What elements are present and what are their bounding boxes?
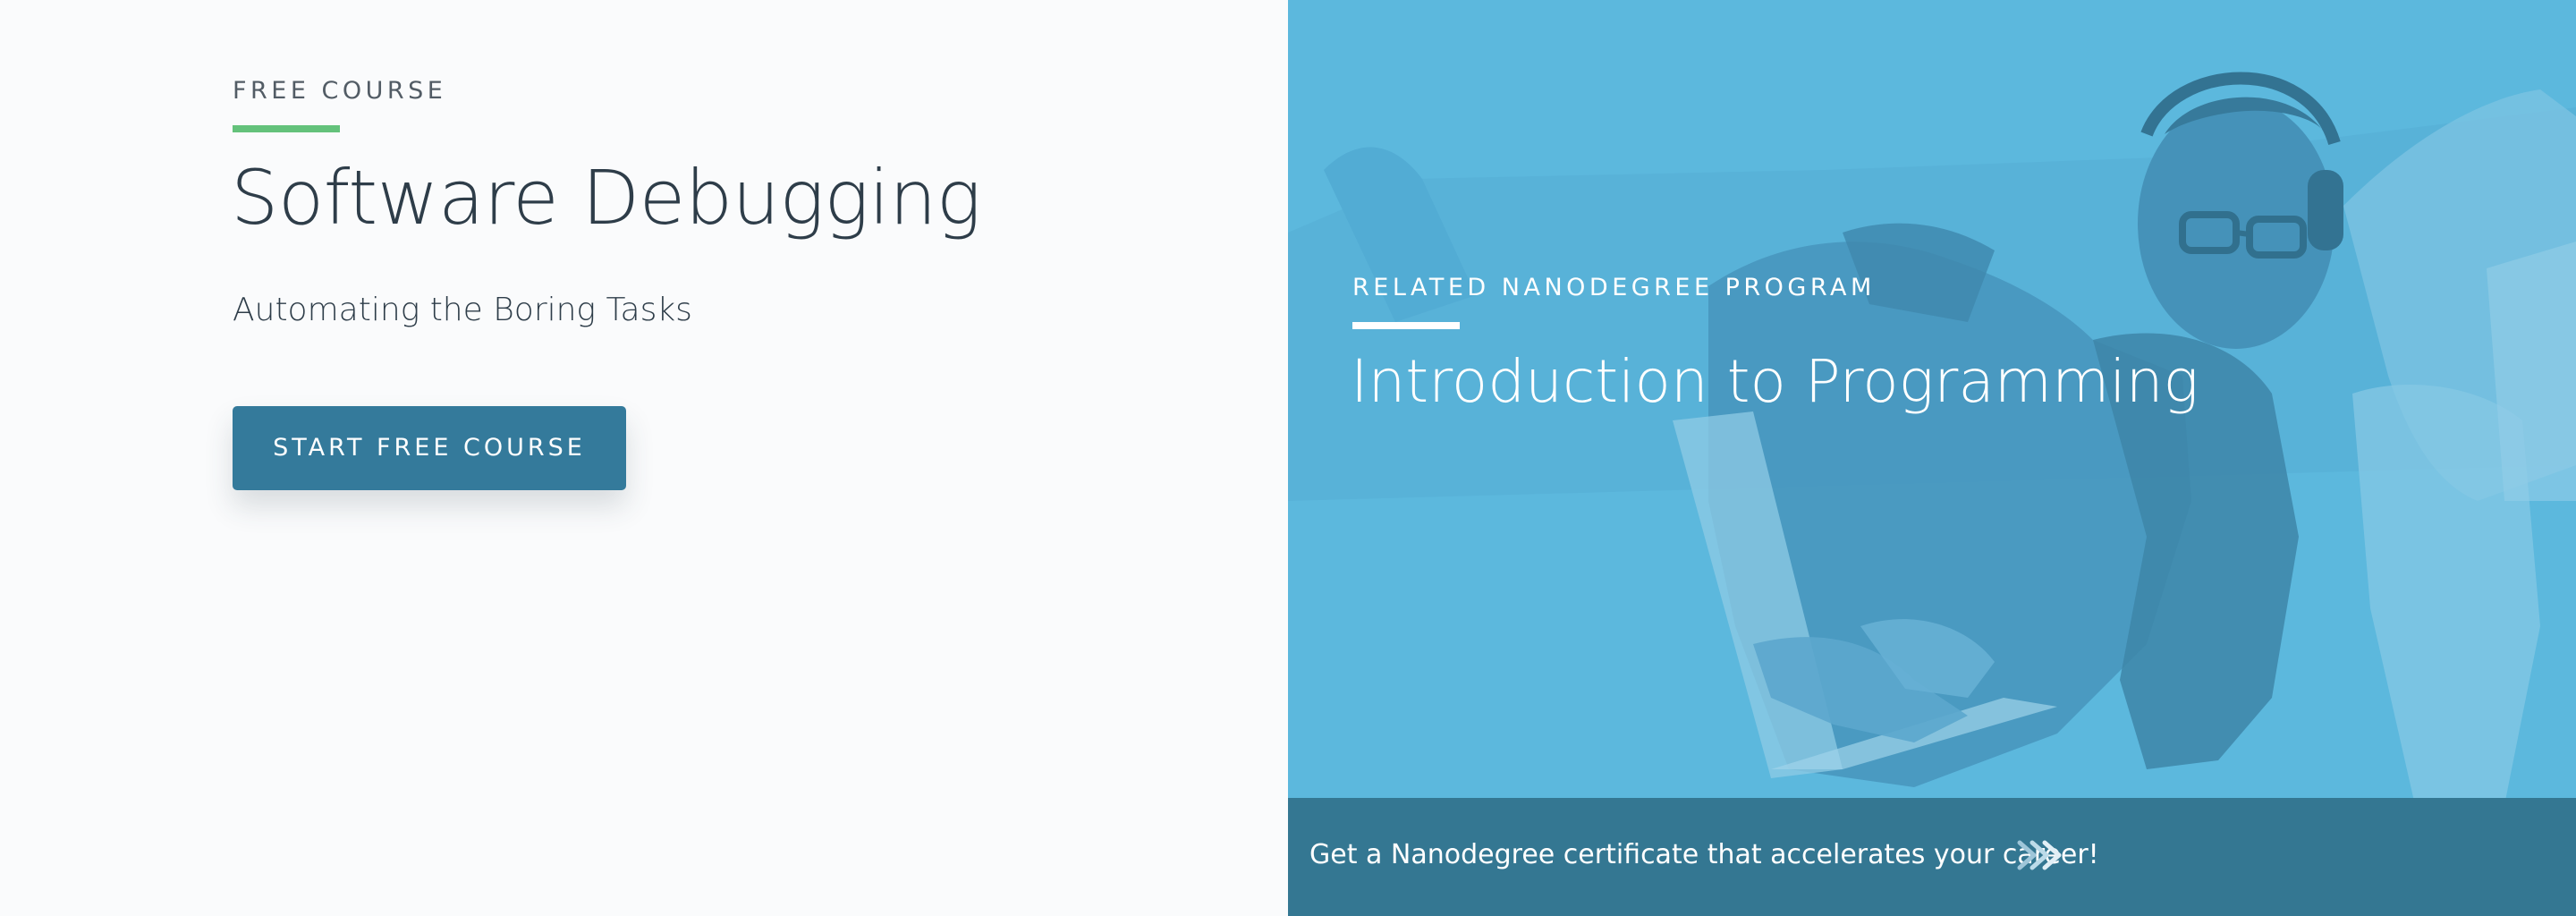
related-program-panel[interactable]: RELATED NANODEGREE PROGRAM Introduction … bbox=[1288, 0, 2576, 916]
double-chevron-right-icon bbox=[2017, 840, 2062, 870]
course-title: Software Debugging bbox=[231, 154, 981, 242]
course-hero: FREE COURSE Software Debugging Automatin… bbox=[0, 0, 2576, 916]
program-title[interactable]: Introduction to Programming bbox=[1351, 347, 2199, 416]
related-program-label: RELATED NANODEGREE PROGRAM bbox=[1352, 274, 1876, 301]
start-free-course-button[interactable]: START FREE COURSE bbox=[233, 406, 626, 490]
course-subtitle: Automating the Boring Tasks bbox=[233, 292, 692, 328]
free-course-label: FREE COURSE bbox=[233, 77, 447, 105]
accent-divider bbox=[1352, 322, 1460, 329]
nanodegree-cta-link[interactable]: Get a Nanodegree certificate that accele… bbox=[1288, 798, 2576, 916]
free-course-panel: FREE COURSE Software Debugging Automatin… bbox=[0, 0, 1288, 916]
hero-photo bbox=[1288, 0, 2576, 916]
accent-divider bbox=[233, 125, 340, 132]
cta-text: Get a Nanodegree certificate that accele… bbox=[1309, 839, 2099, 870]
